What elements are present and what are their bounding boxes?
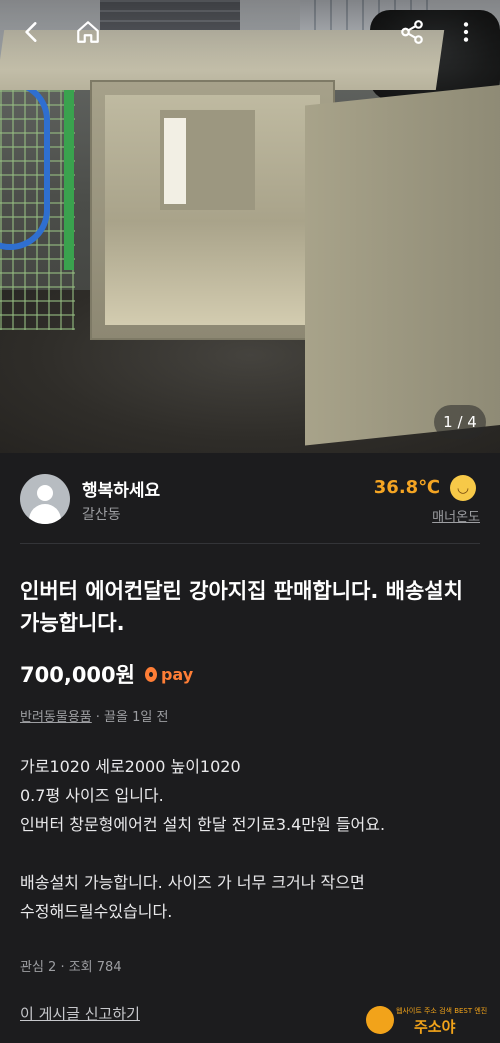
- back-arrow-icon: [25, 22, 37, 42]
- seller-location: 갈산동: [82, 507, 121, 523]
- description-line: 인버터 창문형에어컨 설치 한달 전기료3.4만원 들어요.: [20, 815, 386, 834]
- price-row: 700,000원 pay: [20, 658, 193, 690]
- photo-outlet: [164, 118, 186, 204]
- listing-stats: 관심 2 · 조회 784: [20, 960, 122, 975]
- seller-profile[interactable]: 행복하세요 갈산동 36.8℃ ◡ 매너온도: [20, 466, 480, 532]
- smile-face-icon: ◡: [450, 475, 476, 501]
- carrot-pay-icon: [144, 666, 157, 682]
- avatar-body-shape: [29, 504, 61, 524]
- avatar-head-shape: [37, 485, 53, 501]
- home-icon: [77, 21, 99, 43]
- manner-temperature-link[interactable]: 매너온도: [432, 506, 480, 525]
- listing-description: 가로1020 세로2000 높이1020 0.7평 사이즈 입니다. 인버터 창…: [20, 752, 480, 926]
- more-button[interactable]: [448, 14, 484, 50]
- back-button[interactable]: [14, 14, 50, 50]
- share-button[interactable]: [394, 14, 430, 50]
- share-icon: [401, 20, 423, 44]
- bumped-time: · 끌올 1일 전: [95, 710, 169, 725]
- divider: [20, 543, 480, 544]
- listing-price: 700,000원: [20, 663, 135, 687]
- report-post-link[interactable]: 이 게시글 신고하기: [20, 1003, 140, 1024]
- mascot-logo-icon: [366, 1006, 394, 1034]
- product-photo[interactable]: [0, 0, 500, 453]
- listing-meta: 반려동물용품 · 끌올 1일 전: [20, 706, 168, 725]
- avatar[interactable]: [20, 474, 70, 524]
- description-line: [20, 839, 480, 868]
- description-line: 배송설치 가능합니다. 사이즈 가 너무 크거나 작으면: [20, 873, 365, 892]
- home-button[interactable]: [70, 14, 106, 50]
- photo-page-indicator: 1 / 4: [434, 405, 486, 439]
- category-link[interactable]: 반려동물용품: [20, 706, 92, 725]
- watermark-brand: 주소야: [414, 1018, 456, 1036]
- seller-name[interactable]: 행복하세요: [82, 476, 160, 501]
- description-line: 수정해드릴수있습니다.: [20, 902, 173, 921]
- listing-title: 인버터 에어컨달린 강아지집 판매합니다. 배송설치 가능합니다.: [20, 579, 463, 635]
- watermark: 웹사이트 주소 검색 BEST 엔진 주소야: [366, 1000, 490, 1040]
- photo-hose: [0, 80, 50, 250]
- pay-label: pay: [160, 664, 194, 684]
- photo-doghouse-door: [305, 84, 500, 446]
- pay-badge: pay: [144, 664, 194, 684]
- watermark-tagline: 웹사이트 주소 검색 BEST 엔진: [396, 1007, 488, 1015]
- description-line: 가로1020 세로2000 높이1020: [20, 757, 241, 776]
- manner-temperature: 36.8℃: [373, 477, 440, 498]
- description-line: 0.7평 사이즈 입니다.: [20, 786, 164, 805]
- more-vertical-icon: [463, 22, 469, 42]
